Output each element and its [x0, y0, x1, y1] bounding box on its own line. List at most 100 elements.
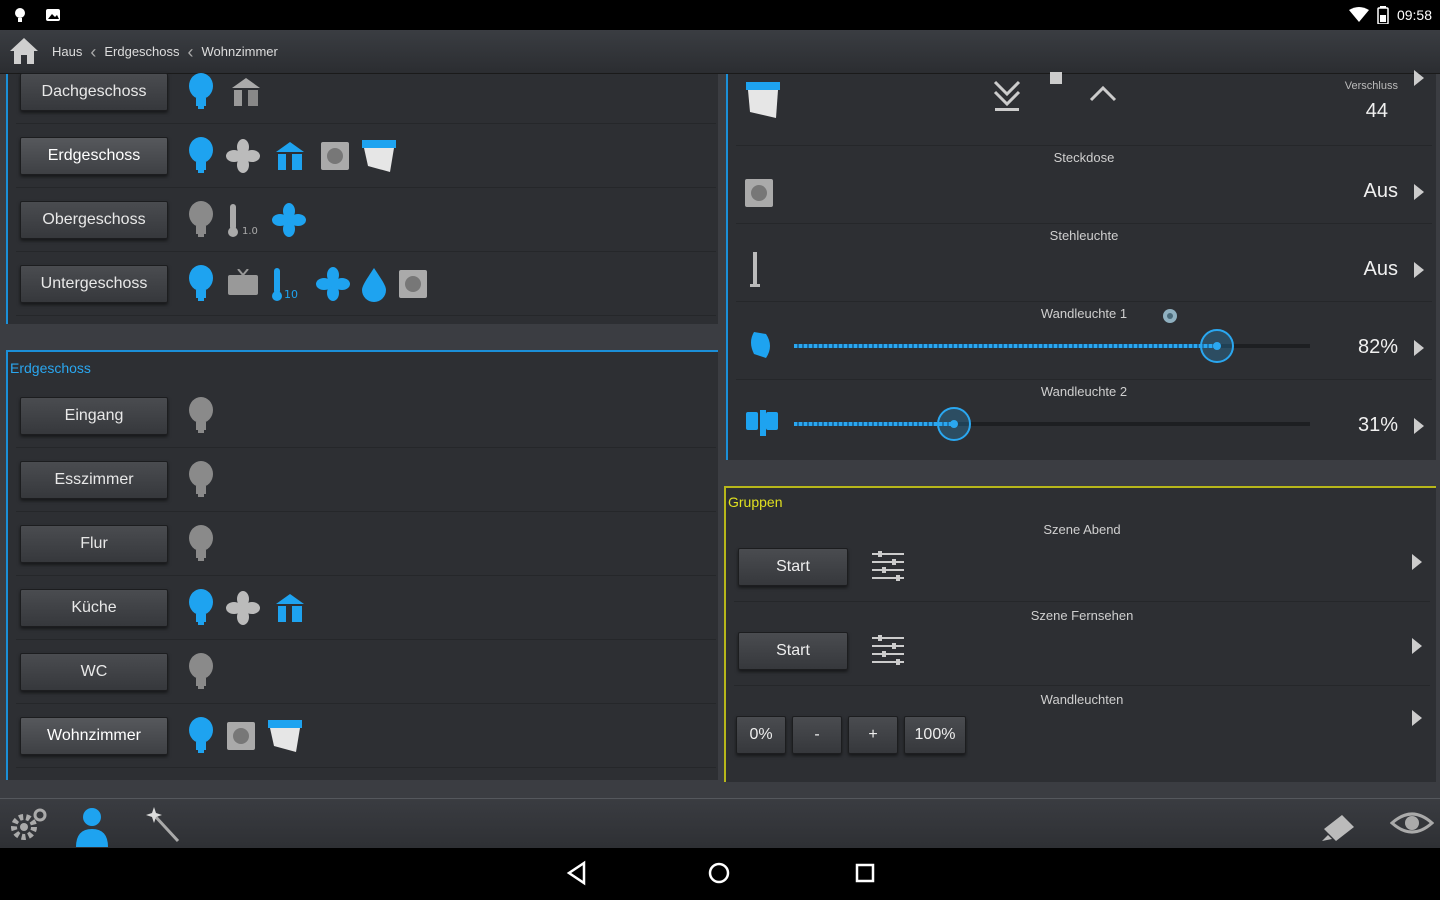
eye-icon[interactable] [1390, 805, 1434, 841]
shutter-group-icon[interactable] [226, 74, 266, 110]
slider-thumb[interactable] [936, 407, 971, 441]
socket-value: Aus [1363, 180, 1398, 202]
wandleuchten-plus-button[interactable]: + [848, 716, 898, 754]
shutter-group-on-icon[interactable] [270, 138, 310, 174]
floor-row-erdgeschoss: Erdgeschoss [16, 124, 716, 188]
fan-off-icon[interactable] [226, 138, 260, 173]
bulb-on-icon[interactable] [186, 588, 216, 628]
room-row-kueche: Küche [16, 576, 716, 640]
wall-light-on-icon[interactable] [744, 328, 778, 364]
room-button-eingang[interactable]: Eingang [20, 396, 168, 435]
room-button-kueche[interactable]: Küche [20, 588, 168, 627]
breadcrumb-item-haus[interactable]: Haus [52, 44, 82, 59]
chevron-right-icon[interactable] [1412, 68, 1426, 88]
wall2-slider[interactable] [794, 407, 1310, 441]
chevron-right-icon[interactable] [1410, 636, 1424, 656]
wall1-name: Wandleuchte 1 [1040, 306, 1128, 321]
chevron-right-icon[interactable] [1410, 708, 1424, 728]
group-row-scene-abend: Szene Abend Start [734, 518, 1430, 602]
slider-thumb[interactable] [1200, 329, 1235, 363]
wall2-name: Wandleuchte 2 [1040, 384, 1128, 399]
scene-fernsehen-start-button[interactable]: Start [738, 632, 848, 670]
floor-lamp-icon[interactable] [750, 252, 760, 288]
info-icon[interactable] [1162, 308, 1178, 324]
device-row-wall1: Wandleuchte 1 82% [736, 302, 1432, 380]
chevron-right-icon[interactable] [1412, 260, 1426, 280]
magic-wand-icon[interactable] [146, 805, 182, 845]
device-row-socket: Steckdose Aus [736, 146, 1432, 224]
shutter-down-icon[interactable] [992, 78, 1022, 112]
bulb-off-icon[interactable] [186, 652, 216, 692]
back-icon[interactable] [564, 860, 590, 886]
shutter-up-icon[interactable] [1088, 82, 1118, 106]
room-button-wohnzimmer[interactable]: Wohnzimmer [20, 716, 168, 755]
breadcrumb-item-erdgeschoss[interactable]: Erdgeschoss [104, 44, 179, 59]
room-row-wc: WC [16, 640, 716, 704]
room-row-wohnzimmer: Wohnzimmer [16, 704, 716, 768]
bulb-on-icon[interactable] [186, 716, 216, 756]
room-button-flur[interactable]: Flur [20, 524, 168, 563]
chevron-right-icon[interactable] [1412, 338, 1426, 358]
breadcrumb-item-wohnzimmer[interactable]: Wohnzimmer [202, 44, 278, 59]
room-button-wc[interactable]: WC [20, 652, 168, 691]
groups-title: Gruppen [728, 494, 783, 510]
settings-sliders-icon[interactable] [870, 550, 906, 584]
wall1-slider[interactable] [794, 329, 1310, 363]
thermometer-on-icon[interactable]: 10 [270, 266, 306, 302]
chevron-right-icon[interactable] [1412, 416, 1426, 436]
wall1-value: 82% [1357, 336, 1398, 358]
floor-button-erdgeschoss[interactable]: Erdgeschoss [20, 136, 168, 175]
shutter-stop-icon[interactable] [1048, 70, 1064, 86]
settings-sliders-icon[interactable] [870, 634, 906, 668]
bulb-off-icon[interactable] [186, 200, 216, 240]
scene-abend-start-button[interactable]: Start [738, 548, 848, 586]
battery-icon [1377, 6, 1389, 24]
bulb-off-icon[interactable] [186, 396, 216, 436]
socket-icon[interactable] [398, 269, 428, 299]
blind-icon[interactable] [360, 138, 398, 174]
edit-pencil-icon[interactable] [1318, 805, 1362, 845]
shutter-label: Verschluss [1344, 80, 1398, 92]
floor-button-untergeschoss[interactable]: Untergeschoss [20, 264, 168, 303]
tv-icon[interactable] [226, 268, 260, 299]
socket-icon[interactable] [744, 178, 774, 208]
chevron-right-icon[interactable] [1412, 182, 1426, 202]
bulb-on-icon[interactable] [186, 136, 216, 176]
bulb-off-icon[interactable] [186, 460, 216, 500]
fan-off-icon[interactable] [226, 590, 260, 625]
blind-icon[interactable] [266, 718, 304, 754]
thermometer-icon[interactable]: 1.0 [226, 202, 262, 238]
fan-on-icon[interactable] [316, 266, 350, 301]
floor-button-obergeschoss[interactable]: Obergeschoss [20, 200, 168, 239]
room-row-flur: Flur [16, 512, 716, 576]
floor-button-dachgeschoss[interactable]: Dachgeschoss [20, 72, 168, 111]
bulb-on-icon[interactable] [186, 264, 216, 304]
room-panel: Erdgeschoss Eingang Esszimmer Flur Küche… [6, 350, 718, 780]
svg-text:10: 10 [284, 288, 298, 301]
room-button-esszimmer[interactable]: Esszimmer [20, 460, 168, 499]
scene-fernsehen-name: Szene Fernsehen [1030, 608, 1134, 623]
wandleuchten-0-button[interactable]: 0% [736, 716, 786, 754]
fan-on-icon[interactable] [272, 202, 306, 237]
socket-icon[interactable] [226, 721, 256, 751]
socket-name: Steckdose [1053, 150, 1115, 165]
wandleuchten-minus-button[interactable]: - [792, 716, 842, 754]
bulb-off-icon[interactable] [186, 524, 216, 564]
device-panel: Verschluss 44 Steckdose Aus Stehleuchte … [726, 70, 1436, 460]
room-row-esszimmer: Esszimmer [16, 448, 716, 512]
user-icon[interactable] [74, 805, 110, 847]
shutter-value: 44 [1365, 100, 1388, 122]
bulb-on-icon[interactable] [186, 72, 216, 112]
wall-lights-on-icon[interactable] [744, 408, 782, 442]
clock: 09:58 [1396, 7, 1432, 23]
water-drop-icon[interactable] [360, 266, 388, 302]
home-circle-icon[interactable] [706, 860, 732, 886]
wandleuchten-100-button[interactable]: 100% [904, 716, 966, 754]
floor-row-obergeschoss: Obergeschoss 1.0 [16, 188, 716, 252]
chevron-right-icon[interactable] [1410, 552, 1424, 572]
socket-icon[interactable] [320, 141, 350, 171]
slider-fill [794, 422, 954, 426]
settings-gear-icon[interactable] [8, 805, 48, 843]
recents-icon[interactable] [852, 860, 878, 886]
shutter-group-on-icon[interactable] [270, 590, 310, 626]
